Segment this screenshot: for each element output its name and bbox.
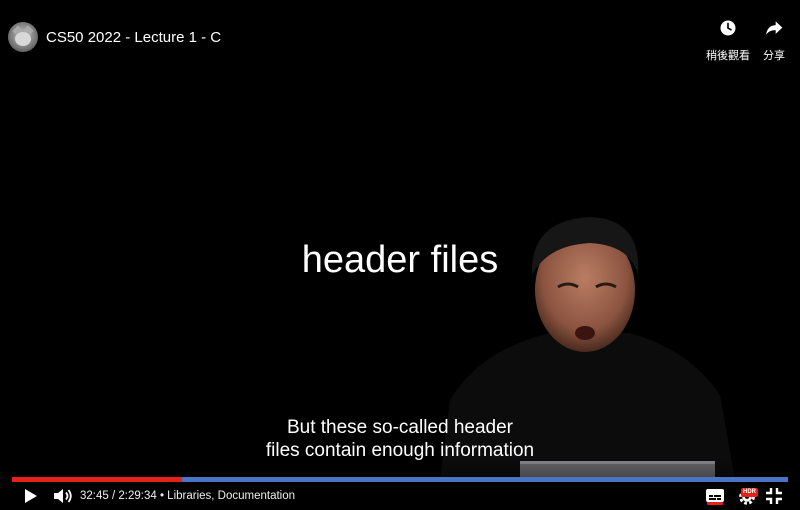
play-icon xyxy=(25,489,37,503)
time-separator: / xyxy=(108,490,119,502)
watch-later-button[interactable]: 稍後觀看 xyxy=(703,18,753,63)
subtitles-active-indicator xyxy=(707,502,723,505)
progress-bar[interactable] xyxy=(12,477,788,482)
cat-avatar-icon[interactable] xyxy=(8,22,38,52)
time-current: 32:45 xyxy=(80,490,109,502)
chapter-separator: • xyxy=(156,490,168,502)
subtitles-icon xyxy=(706,489,724,502)
time-total: 2:29:34 xyxy=(118,490,157,502)
watch-later-label: 稍後觀看 xyxy=(706,49,750,62)
time-display: 32:45 / 2:29:34 • Libraries, Documentati… xyxy=(80,489,295,503)
exit-fullscreen-button[interactable] xyxy=(764,486,784,506)
progress-played xyxy=(12,477,182,482)
chapter-title[interactable]: Libraries, Documentation xyxy=(167,490,295,502)
caption-line: But these so-called header xyxy=(286,417,514,438)
exit-fullscreen-icon xyxy=(766,488,782,504)
clock-icon xyxy=(720,20,736,36)
volume-icon xyxy=(54,489,72,503)
share-arrow-icon xyxy=(766,21,783,35)
share-button[interactable]: 分享 xyxy=(749,18,799,63)
share-label: 分享 xyxy=(763,49,785,62)
hdr-badge: HDR xyxy=(741,488,758,497)
video-title[interactable]: CS50 2022 - Lecture 1 - C xyxy=(46,29,221,47)
video-player[interactable]: header files But these so-called header … xyxy=(0,0,800,510)
slide-text: header files xyxy=(301,239,499,281)
volume-button[interactable] xyxy=(52,486,74,506)
play-button[interactable] xyxy=(20,486,40,506)
